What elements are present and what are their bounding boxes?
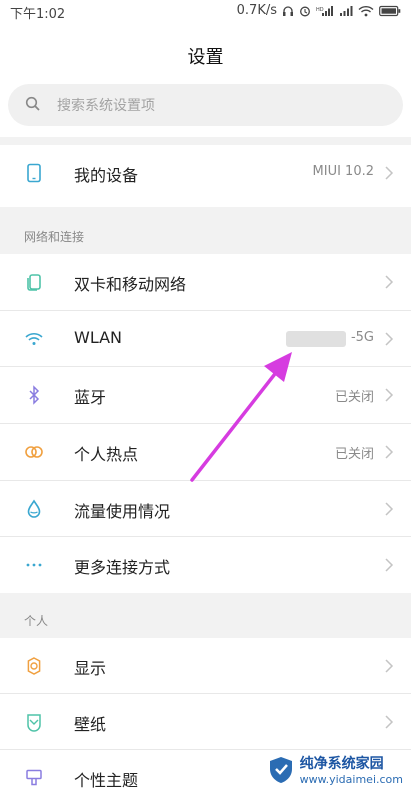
watermark: 纯净系统家园 www.yidaimei.com: [266, 753, 403, 786]
shield-logo-icon: [269, 756, 292, 783]
watermark-url: www.yidaimei.com: [299, 773, 403, 786]
annotation-arrow: [190, 352, 292, 482]
watermark-name: 纯净系统家园: [299, 756, 384, 772]
